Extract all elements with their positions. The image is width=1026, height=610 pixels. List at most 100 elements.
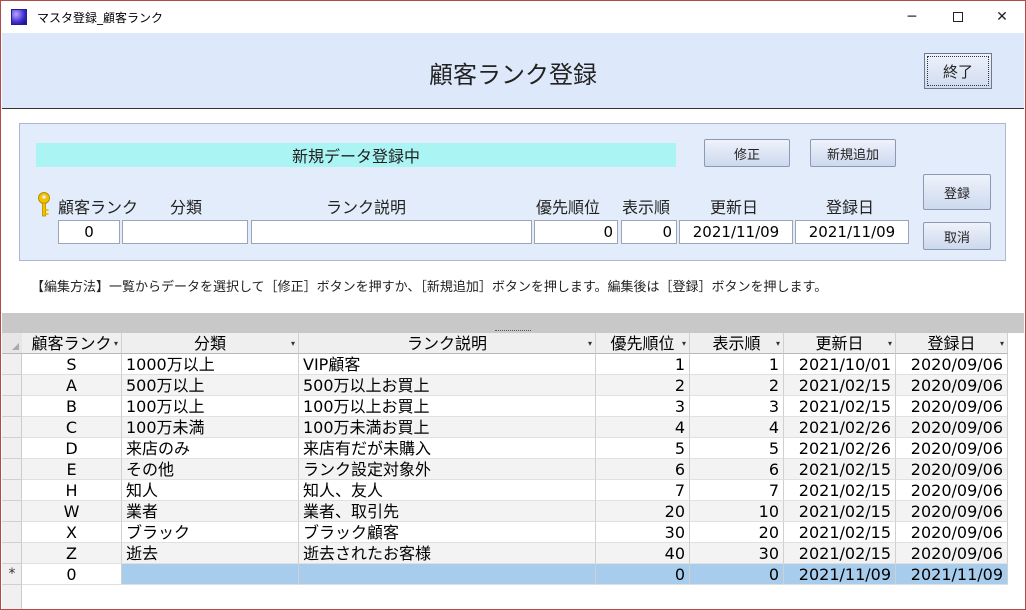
maximize-button[interactable] [935,1,981,33]
cell-rank[interactable]: S [22,354,122,375]
cell-registered[interactable]: 2020/09/06 [896,501,1008,522]
cell-registered[interactable]: 2020/09/06 [896,375,1008,396]
cell-display-order[interactable]: 1 [690,354,784,375]
cell-priority[interactable]: 1 [596,354,690,375]
cell-updated[interactable]: 2021/02/15 [784,501,896,522]
table-row[interactable]: W 業者 業者、取引先 20 10 2021/02/15 2020/09/06 [2,501,1008,522]
cell-category[interactable]: 1000万以上 [122,354,299,375]
column-header-display-order[interactable]: 表示順 ▾ [690,333,784,354]
cell-registered[interactable]: 2020/09/06 [896,438,1008,459]
cell-description[interactable]: ブラック顧客 [299,522,596,543]
cell-updated[interactable]: 2021/02/15 [784,522,896,543]
cell-updated[interactable]: 2021/02/15 [784,459,896,480]
new-cell-category[interactable] [122,564,299,585]
new-cell-updated[interactable]: 2021/11/09 [784,564,896,585]
sort-dropdown-icon[interactable]: ▾ [682,333,686,353]
cell-category[interactable]: ブラック [122,522,299,543]
add-new-button[interactable]: 新規追加 [810,139,896,167]
cell-updated[interactable]: 2021/02/26 [784,417,896,438]
cell-rank[interactable]: A [22,375,122,396]
column-header-registered[interactable]: 登録日 ▾ [896,333,1008,354]
cell-description[interactable]: 100万以上お買上 [299,396,596,417]
category-input[interactable] [122,220,248,244]
register-button[interactable]: 登録 [923,174,991,210]
sort-dropdown-icon[interactable]: ▾ [1000,333,1004,353]
new-record-row[interactable]: 0 0 0 2021/11/09 2021/11/09 [2,564,1008,585]
cell-display-order[interactable]: 3 [690,396,784,417]
cell-updated[interactable]: 2021/10/01 [784,354,896,375]
new-cell-rank[interactable]: 0 [22,564,122,585]
table-row[interactable]: E その他 ランク設定対象外 6 6 2021/02/15 2020/09/06 [2,459,1008,480]
cell-category[interactable]: 100万以上 [122,396,299,417]
cell-description[interactable]: 逝去されたお客様 [299,543,596,564]
cell-registered[interactable]: 2020/09/06 [896,522,1008,543]
description-input[interactable] [251,220,532,244]
cell-description[interactable]: 来店有だが未購入 [299,438,596,459]
cell-updated[interactable]: 2021/02/15 [784,396,896,417]
cell-display-order[interactable]: 4 [690,417,784,438]
cell-description[interactable]: 知人、友人 [299,480,596,501]
column-header-updated[interactable]: 更新日 ▾ [784,333,896,354]
cell-rank[interactable]: Z [22,543,122,564]
cell-display-order[interactable]: 5 [690,438,784,459]
cell-rank[interactable]: B [22,396,122,417]
display-order-input[interactable]: 0 [621,220,677,244]
exit-button[interactable]: 終了 [924,53,992,89]
updated-date-input[interactable]: 2021/11/09 [679,220,793,244]
rank-input[interactable]: 0 [58,220,120,244]
cell-rank[interactable]: C [22,417,122,438]
table-row[interactable]: A 500万以上 500万以上お買上 2 2 2021/02/15 2020/09/06 [2,375,1008,396]
column-header-category[interactable]: 分類 ▾ [122,333,299,354]
registered-date-input[interactable]: 2021/11/09 [795,220,909,244]
sort-dropdown-icon[interactable]: ▾ [291,333,295,353]
cell-category[interactable]: 来店のみ [122,438,299,459]
table-row[interactable]: X ブラック ブラック顧客 30 20 2021/02/15 2020/09/06 [2,522,1008,543]
cell-priority[interactable]: 40 [596,543,690,564]
sort-dropdown-icon[interactable]: ▾ [776,333,780,353]
cell-display-order[interactable]: 10 [690,501,784,522]
cell-rank[interactable]: H [22,480,122,501]
minimize-button[interactable]: ─ [889,1,935,33]
cell-description[interactable]: 500万以上お買上 [299,375,596,396]
sort-dropdown-icon[interactable]: ▾ [888,333,892,353]
cell-display-order[interactable]: 20 [690,522,784,543]
form-splitter[interactable] [2,313,1024,333]
table-row[interactable]: S 1000万以上 VIP顧客 1 1 2021/10/01 2020/09/06 [2,354,1008,375]
new-cell-registered[interactable]: 2021/11/09 [896,564,1008,585]
new-cell-priority[interactable]: 0 [596,564,690,585]
close-button[interactable]: ✕ [979,1,1025,33]
cell-updated[interactable]: 2021/02/15 [784,480,896,501]
cell-display-order[interactable]: 30 [690,543,784,564]
cell-description[interactable]: VIP顧客 [299,354,596,375]
cell-priority[interactable]: 2 [596,375,690,396]
cell-updated[interactable]: 2021/02/15 [784,375,896,396]
cell-registered[interactable]: 2020/09/06 [896,354,1008,375]
modify-button[interactable]: 修正 [704,139,790,167]
cell-rank[interactable]: X [22,522,122,543]
cell-category[interactable]: 知人 [122,480,299,501]
cell-category[interactable]: 500万以上 [122,375,299,396]
table-row[interactable]: Z 逝去 逝去されたお客様 40 30 2021/02/15 2020/09/06 [2,543,1008,564]
cell-display-order[interactable]: 2 [690,375,784,396]
cell-category[interactable]: 業者 [122,501,299,522]
cell-rank[interactable]: E [22,459,122,480]
cell-priority[interactable]: 3 [596,396,690,417]
cell-registered[interactable]: 2020/09/06 [896,459,1008,480]
cell-registered[interactable]: 2020/09/06 [896,417,1008,438]
table-row[interactable]: D 来店のみ 来店有だが未購入 5 5 2021/02/26 2020/09/06 [2,438,1008,459]
cancel-button[interactable]: 取消 [923,222,991,250]
cell-priority[interactable]: 6 [596,459,690,480]
new-cell-description[interactable] [299,564,596,585]
cell-priority[interactable]: 20 [596,501,690,522]
cell-priority[interactable]: 5 [596,438,690,459]
cell-category[interactable]: 100万未満 [122,417,299,438]
cell-rank[interactable]: D [22,438,122,459]
priority-input[interactable]: 0 [534,220,618,244]
cell-priority[interactable]: 7 [596,480,690,501]
cell-rank[interactable]: W [22,501,122,522]
cell-category[interactable]: 逝去 [122,543,299,564]
sort-dropdown-icon[interactable]: ▾ [114,333,118,353]
cell-updated[interactable]: 2021/02/15 [784,543,896,564]
cell-display-order[interactable]: 7 [690,480,784,501]
table-row[interactable]: C 100万未満 100万未満お買上 4 4 2021/02/26 2020/09/06 [2,417,1008,438]
